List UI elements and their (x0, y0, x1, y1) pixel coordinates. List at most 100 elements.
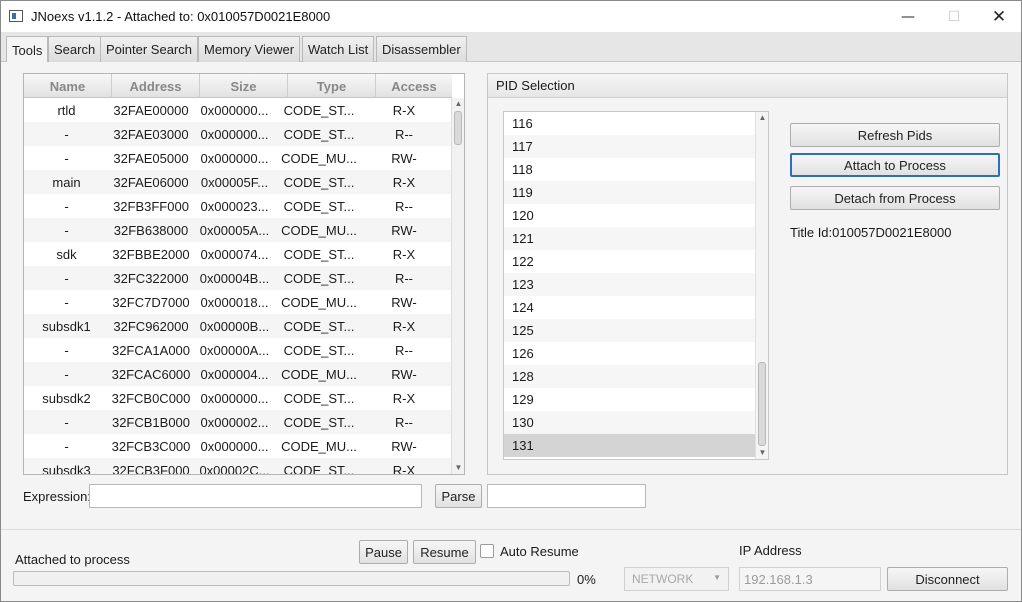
table-row[interactable]: - 32FCB1B000 0x000002... CODE_ST... R-- (24, 410, 452, 434)
tab-search[interactable]: Search (48, 36, 102, 62)
disconnect-button[interactable]: Disconnect (887, 567, 1008, 591)
cell-access: RW- (391, 366, 417, 382)
table-scrollbar[interactable]: ▲ ▼ (451, 98, 464, 474)
title-id-label: Title Id:010057D0021E8000 (790, 225, 952, 240)
pid-list-item[interactable]: 131 (504, 434, 755, 457)
detach-from-process-button[interactable]: Detach from Process (790, 186, 1000, 210)
cell-name: sdk (56, 246, 77, 262)
cell-name: - (64, 270, 69, 286)
expression-input[interactable] (89, 484, 422, 508)
app-icon (9, 10, 23, 22)
pid-list-item[interactable]: 122 (504, 250, 755, 273)
parse-button[interactable]: Parse (435, 484, 482, 508)
scroll-down-arrow-icon[interactable]: ▼ (452, 462, 464, 474)
scroll-thumb[interactable] (454, 111, 462, 145)
column-header-size[interactable]: Size (200, 74, 288, 98)
cell-address: 32FCB0C000 (111, 390, 191, 406)
cell-name: - (64, 198, 69, 214)
close-button[interactable]: ✕ (976, 1, 1022, 32)
column-header-name[interactable]: Name (24, 74, 112, 98)
tab-watch-list[interactable]: Watch List (302, 36, 375, 62)
pid-list-item[interactable]: 118 (504, 158, 755, 181)
cell-address: 32FB3FF000 (113, 198, 189, 214)
connection-type-select[interactable]: NETWORK ▼ (624, 567, 729, 591)
cell-type: CODE_MU... (281, 294, 357, 310)
cell-access: R-X (392, 246, 416, 262)
minimize-button[interactable]: — (885, 1, 931, 32)
cell-access: R-- (394, 126, 414, 142)
expression-result-field[interactable] (487, 484, 646, 508)
table-row[interactable]: main 32FAE06000 0x00005F... CODE_ST... R-X (24, 170, 452, 194)
table-row[interactable]: rtld 32FAE00000 0x000000... CODE_ST... R-X (24, 98, 452, 122)
refresh-pids-button[interactable]: Refresh Pids (790, 123, 1000, 147)
pause-button[interactable]: Pause (359, 540, 408, 564)
pid-list-item[interactable]: 123 (504, 273, 755, 296)
table-row[interactable]: - 32FB638000 0x00005A... CODE_MU... RW- (24, 218, 452, 242)
cell-address: 32FC7D7000 (112, 294, 190, 310)
table-row[interactable]: - 32FCB3C000 0x000000... CODE_MU... RW- (24, 434, 452, 458)
scroll-up-arrow-icon[interactable]: ▲ (756, 112, 768, 124)
pid-list[interactable]: 116 117 118 119 120 121 122 123 124 125 126 128 129 1… (503, 111, 769, 460)
cell-name: rtld (57, 102, 76, 118)
scroll-up-arrow-icon[interactable]: ▲ (452, 98, 464, 110)
table-row[interactable]: - 32FC322000 0x00004B... CODE_ST... R-- (24, 266, 452, 290)
auto-resume-checkbox[interactable] (480, 544, 494, 558)
table-row[interactable]: - 32FB3FF000 0x000023... CODE_ST... R-- (24, 194, 452, 218)
cell-type: CODE_ST... (283, 414, 355, 430)
chevron-down-icon: ▼ (713, 573, 721, 582)
pid-list-item[interactable]: 130 (504, 411, 755, 434)
app-window: JNoexs v1.1.2 - Attached to: 0x010057D00… (0, 0, 1022, 602)
tab-bar: Tools Search Pointer Search Memory Viewe… (1, 32, 1021, 63)
status-bar: Attached to process 0% Pause Resume Auto… (1, 529, 1021, 601)
pid-panel-title: PID Selection (488, 74, 1007, 98)
cell-name: - (64, 294, 69, 310)
table-row[interactable]: - 32FAE05000 0x000000... CODE_MU... RW- (24, 146, 452, 170)
table-row[interactable]: subsdk3 32FCB3F000 0x00002C... CODE_ST... R-… (24, 458, 452, 475)
cell-size: 0x000000... (200, 102, 269, 118)
column-header-access[interactable]: Access (376, 74, 452, 98)
pid-list-item[interactable]: 125 (504, 319, 755, 342)
pid-list-item[interactable]: 124 (504, 296, 755, 319)
resume-button[interactable]: Resume (413, 540, 476, 564)
attach-to-process-button[interactable]: Attach to Process (790, 153, 1000, 177)
pid-list-item[interactable]: 128 (504, 365, 755, 388)
scroll-down-arrow-icon[interactable]: ▼ (756, 447, 768, 459)
table-row[interactable]: sdk 32FBBE2000 0x000074... CODE_ST... R-X (24, 242, 452, 266)
pid-list-item[interactable]: 120 (504, 204, 755, 227)
table-row[interactable]: - 32FCA1A000 0x00000A... CODE_ST... R-- (24, 338, 452, 362)
maximize-button[interactable]: ☐ (931, 1, 977, 32)
table-row[interactable]: - 32FC7D7000 0x000018... CODE_MU... RW- (24, 290, 452, 314)
pid-list-item[interactable]: 126 (504, 342, 755, 365)
table-row[interactable]: - 32FAE03000 0x000000... CODE_ST... R-- (24, 122, 452, 146)
cell-name: - (64, 150, 69, 166)
tab-tools[interactable]: Tools (6, 36, 49, 63)
cell-access: R-X (392, 318, 416, 334)
column-header-address[interactable]: Address (112, 74, 200, 98)
pid-list-item[interactable]: 121 (504, 227, 755, 250)
column-header-type[interactable]: Type (288, 74, 376, 98)
pid-selection-panel: PID Selection 116 117 118 119 120 121 122 123 12… (487, 73, 1008, 475)
cell-address: 32FAE06000 (113, 174, 189, 190)
table-body: rtld 32FAE00000 0x000000... CODE_ST... R-X - 3… (24, 98, 452, 475)
pid-list-item[interactable]: 116 (504, 112, 755, 135)
table-row[interactable]: subsdk2 32FCB0C000 0x000000... CODE_ST... R-… (24, 386, 452, 410)
pid-list-scrollbar[interactable]: ▲ ▼ (755, 112, 768, 459)
table-row[interactable]: subsdk1 32FC962000 0x00000B... CODE_ST... R-… (24, 314, 452, 338)
cell-size: 0x000023... (200, 198, 269, 214)
cell-access: R-X (392, 462, 416, 475)
tab-disassembler[interactable]: Disassembler (376, 36, 467, 62)
progress-percent: 0% (577, 572, 596, 587)
pid-list-item[interactable]: 119 (504, 181, 755, 204)
cell-type: CODE_MU... (281, 150, 357, 166)
cell-address: 32FB638000 (113, 222, 189, 238)
pid-list-item[interactable]: 117 (504, 135, 755, 158)
cell-type: CODE_ST... (283, 102, 355, 118)
tab-pointer-search[interactable]: Pointer Search (100, 36, 198, 62)
tab-memory-viewer[interactable]: Memory Viewer (198, 36, 301, 62)
scroll-thumb[interactable] (758, 362, 766, 446)
ip-address-input[interactable] (739, 567, 881, 591)
cell-name: - (64, 342, 69, 358)
table-row[interactable]: - 32FCAC6000 0x000004... CODE_MU... RW- (24, 362, 452, 386)
pid-list-item[interactable]: 129 (504, 388, 755, 411)
cell-type: CODE_MU... (281, 222, 357, 238)
